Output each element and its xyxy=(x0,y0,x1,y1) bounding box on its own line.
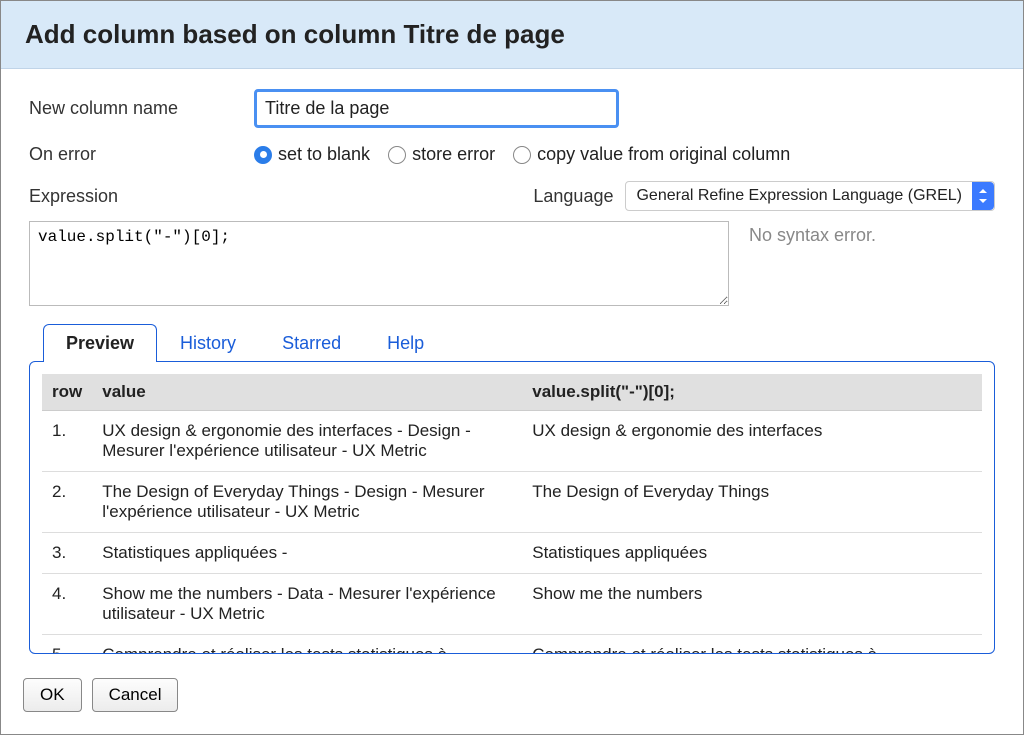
cell-value: Statistiques appliquées - xyxy=(92,533,522,574)
cell-result: Statistiques appliquées xyxy=(522,533,982,574)
language-selected-text: General Refine Expression Language (GREL… xyxy=(636,187,962,205)
cell-value: Comprendre et réaliser les tests statist… xyxy=(92,635,522,655)
dialog-footer: OK Cancel xyxy=(1,664,1023,734)
radio-icon xyxy=(254,146,272,164)
col-header-row: row xyxy=(42,374,92,411)
new-column-name-label: New column name xyxy=(29,98,254,119)
on-error-radio-group: set to blank store error copy value from… xyxy=(254,144,790,165)
preview-table: row value value.split("-")[0]; 1. UX des… xyxy=(42,374,982,654)
col-header-value: value xyxy=(92,374,522,411)
table-row: 3. Statistiques appliquées - Statistique… xyxy=(42,533,982,574)
table-row: 2. The Design of Everyday Things - Desig… xyxy=(42,472,982,533)
cancel-button[interactable]: Cancel xyxy=(92,678,179,712)
on-error-option-store[interactable]: store error xyxy=(388,144,495,165)
ok-button[interactable]: OK xyxy=(23,678,82,712)
chevron-updown-icon xyxy=(972,182,994,210)
radio-label: store error xyxy=(412,144,495,165)
cell-row-num: 4. xyxy=(42,574,92,635)
cell-value: UX design & ergonomie des interfaces - D… xyxy=(92,411,522,472)
preview-header-row: row value value.split("-")[0]; xyxy=(42,374,982,411)
dialog-title: Add column based on column Titre de page xyxy=(1,1,1023,69)
expression-label: Expression xyxy=(29,186,533,207)
radio-icon xyxy=(388,146,406,164)
on-error-option-blank[interactable]: set to blank xyxy=(254,144,370,165)
new-column-name-input[interactable] xyxy=(254,89,619,128)
tab-preview[interactable]: Preview xyxy=(43,324,157,362)
cell-value: The Design of Everyday Things - Design -… xyxy=(92,472,522,533)
cell-result: UX design & ergonomie des interfaces xyxy=(522,411,982,472)
tab-help[interactable]: Help xyxy=(364,324,447,362)
tab-history[interactable]: History xyxy=(157,324,259,362)
cell-row-num: 3. xyxy=(42,533,92,574)
preview-tab-content: row value value.split("-")[0]; 1. UX des… xyxy=(29,361,995,654)
radio-label: set to blank xyxy=(278,144,370,165)
tabs: Preview History Starred Help xyxy=(43,324,995,362)
radio-label: copy value from original column xyxy=(537,144,790,165)
expression-language-row: Expression Language General Refine Expre… xyxy=(29,181,995,211)
expression-status-row: No syntax error. xyxy=(29,221,995,306)
on-error-row: On error set to blank store error copy v… xyxy=(29,144,995,165)
preview-tabs-container: Preview History Starred Help row value v… xyxy=(29,324,995,654)
language-select[interactable]: General Refine Expression Language (GREL… xyxy=(625,181,995,211)
cell-row-num: 2. xyxy=(42,472,92,533)
add-column-dialog: Add column based on column Titre de page… xyxy=(0,0,1024,735)
table-row: 5. Comprendre et réaliser les tests stat… xyxy=(42,635,982,655)
cell-result: Show me the numbers xyxy=(522,574,982,635)
table-row: 4. Show me the numbers - Data - Mesurer … xyxy=(42,574,982,635)
on-error-label: On error xyxy=(29,144,254,165)
on-error-option-copy[interactable]: copy value from original column xyxy=(513,144,790,165)
cell-row-num: 5. xyxy=(42,635,92,655)
language-label: Language xyxy=(533,186,613,207)
expression-textarea[interactable] xyxy=(29,221,729,306)
dialog-body: New column name On error set to blank st… xyxy=(1,69,1023,664)
new-column-name-row: New column name xyxy=(29,89,995,128)
syntax-status: No syntax error. xyxy=(749,221,876,246)
radio-icon xyxy=(513,146,531,164)
cell-row-num: 1. xyxy=(42,411,92,472)
cell-result: The Design of Everyday Things xyxy=(522,472,982,533)
tab-starred[interactable]: Starred xyxy=(259,324,364,362)
table-row: 1. UX design & ergonomie des interfaces … xyxy=(42,411,982,472)
cell-result: Comprendre et réaliser les tests statist… xyxy=(522,635,982,655)
cell-value: Show me the numbers - Data - Mesurer l'e… xyxy=(92,574,522,635)
col-header-result: value.split("-")[0]; xyxy=(522,374,982,411)
